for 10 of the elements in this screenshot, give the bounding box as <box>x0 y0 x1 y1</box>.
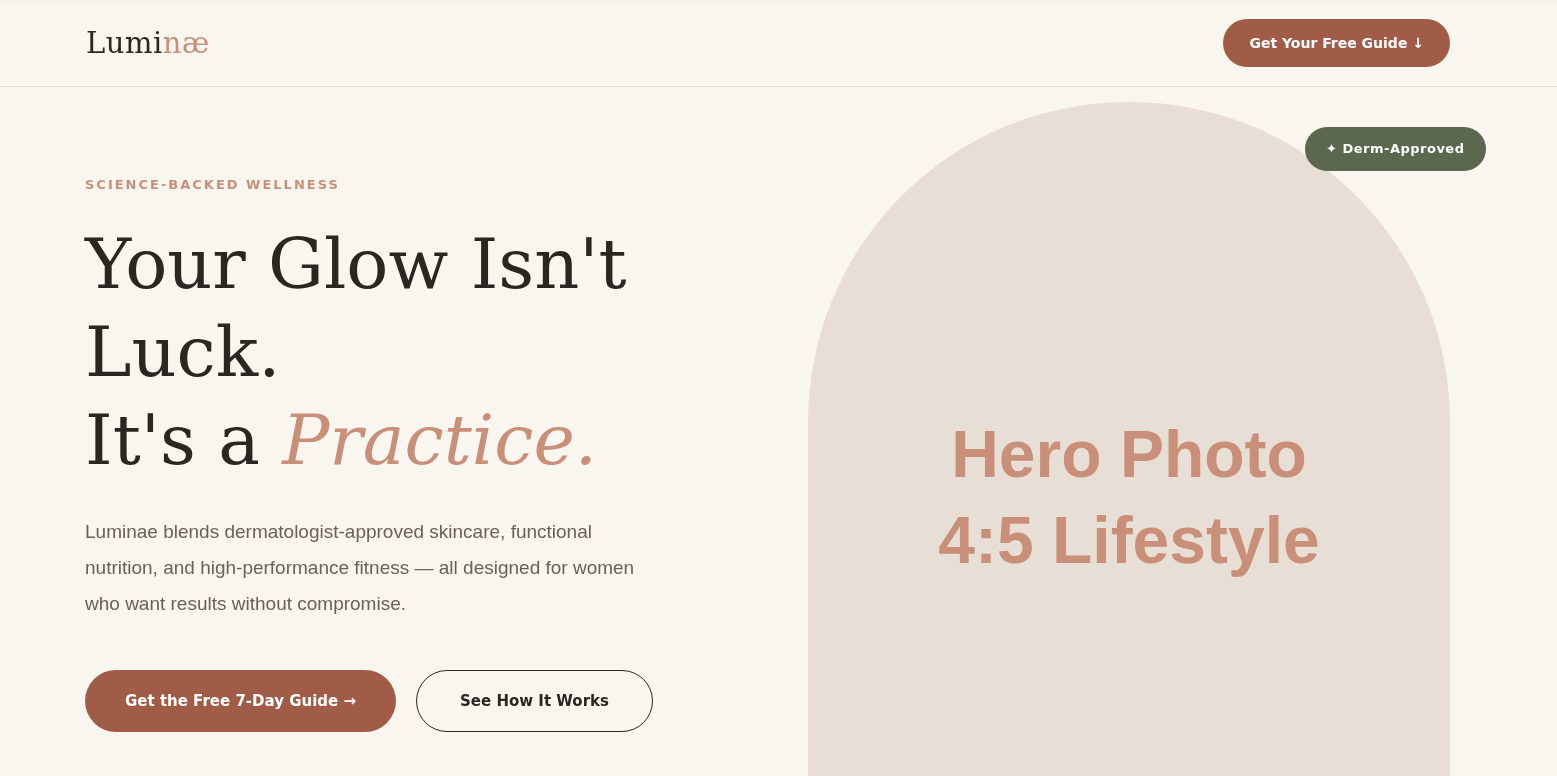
free-guide-button[interactable]: Get Your Free Guide ↓ <box>1223 19 1450 67</box>
eyebrow-text: SCIENCE-BACKED WELLNESS <box>85 177 341 192</box>
guide-button[interactable]: Get the Free 7-Day Guide → <box>85 670 396 732</box>
placeholder-text: Hero Photo <box>951 416 1307 493</box>
hero-description: Luminae blends dermatologist-approved skincare, functional nutrition, and high-performance fitness — all designed for women who want results without compromise. <box>85 520 636 616</box>
headline-line: It's a Practice. <box>85 398 599 483</box>
headline-line: Your Glow Isn't Luck. <box>85 222 628 395</box>
placeholder-text: 4:5 Lifestyle <box>938 502 1320 579</box>
logo[interactable]: Luminæ <box>86 26 210 60</box>
derm-approved-badge: ✦ Derm-Approved <box>1305 127 1486 171</box>
